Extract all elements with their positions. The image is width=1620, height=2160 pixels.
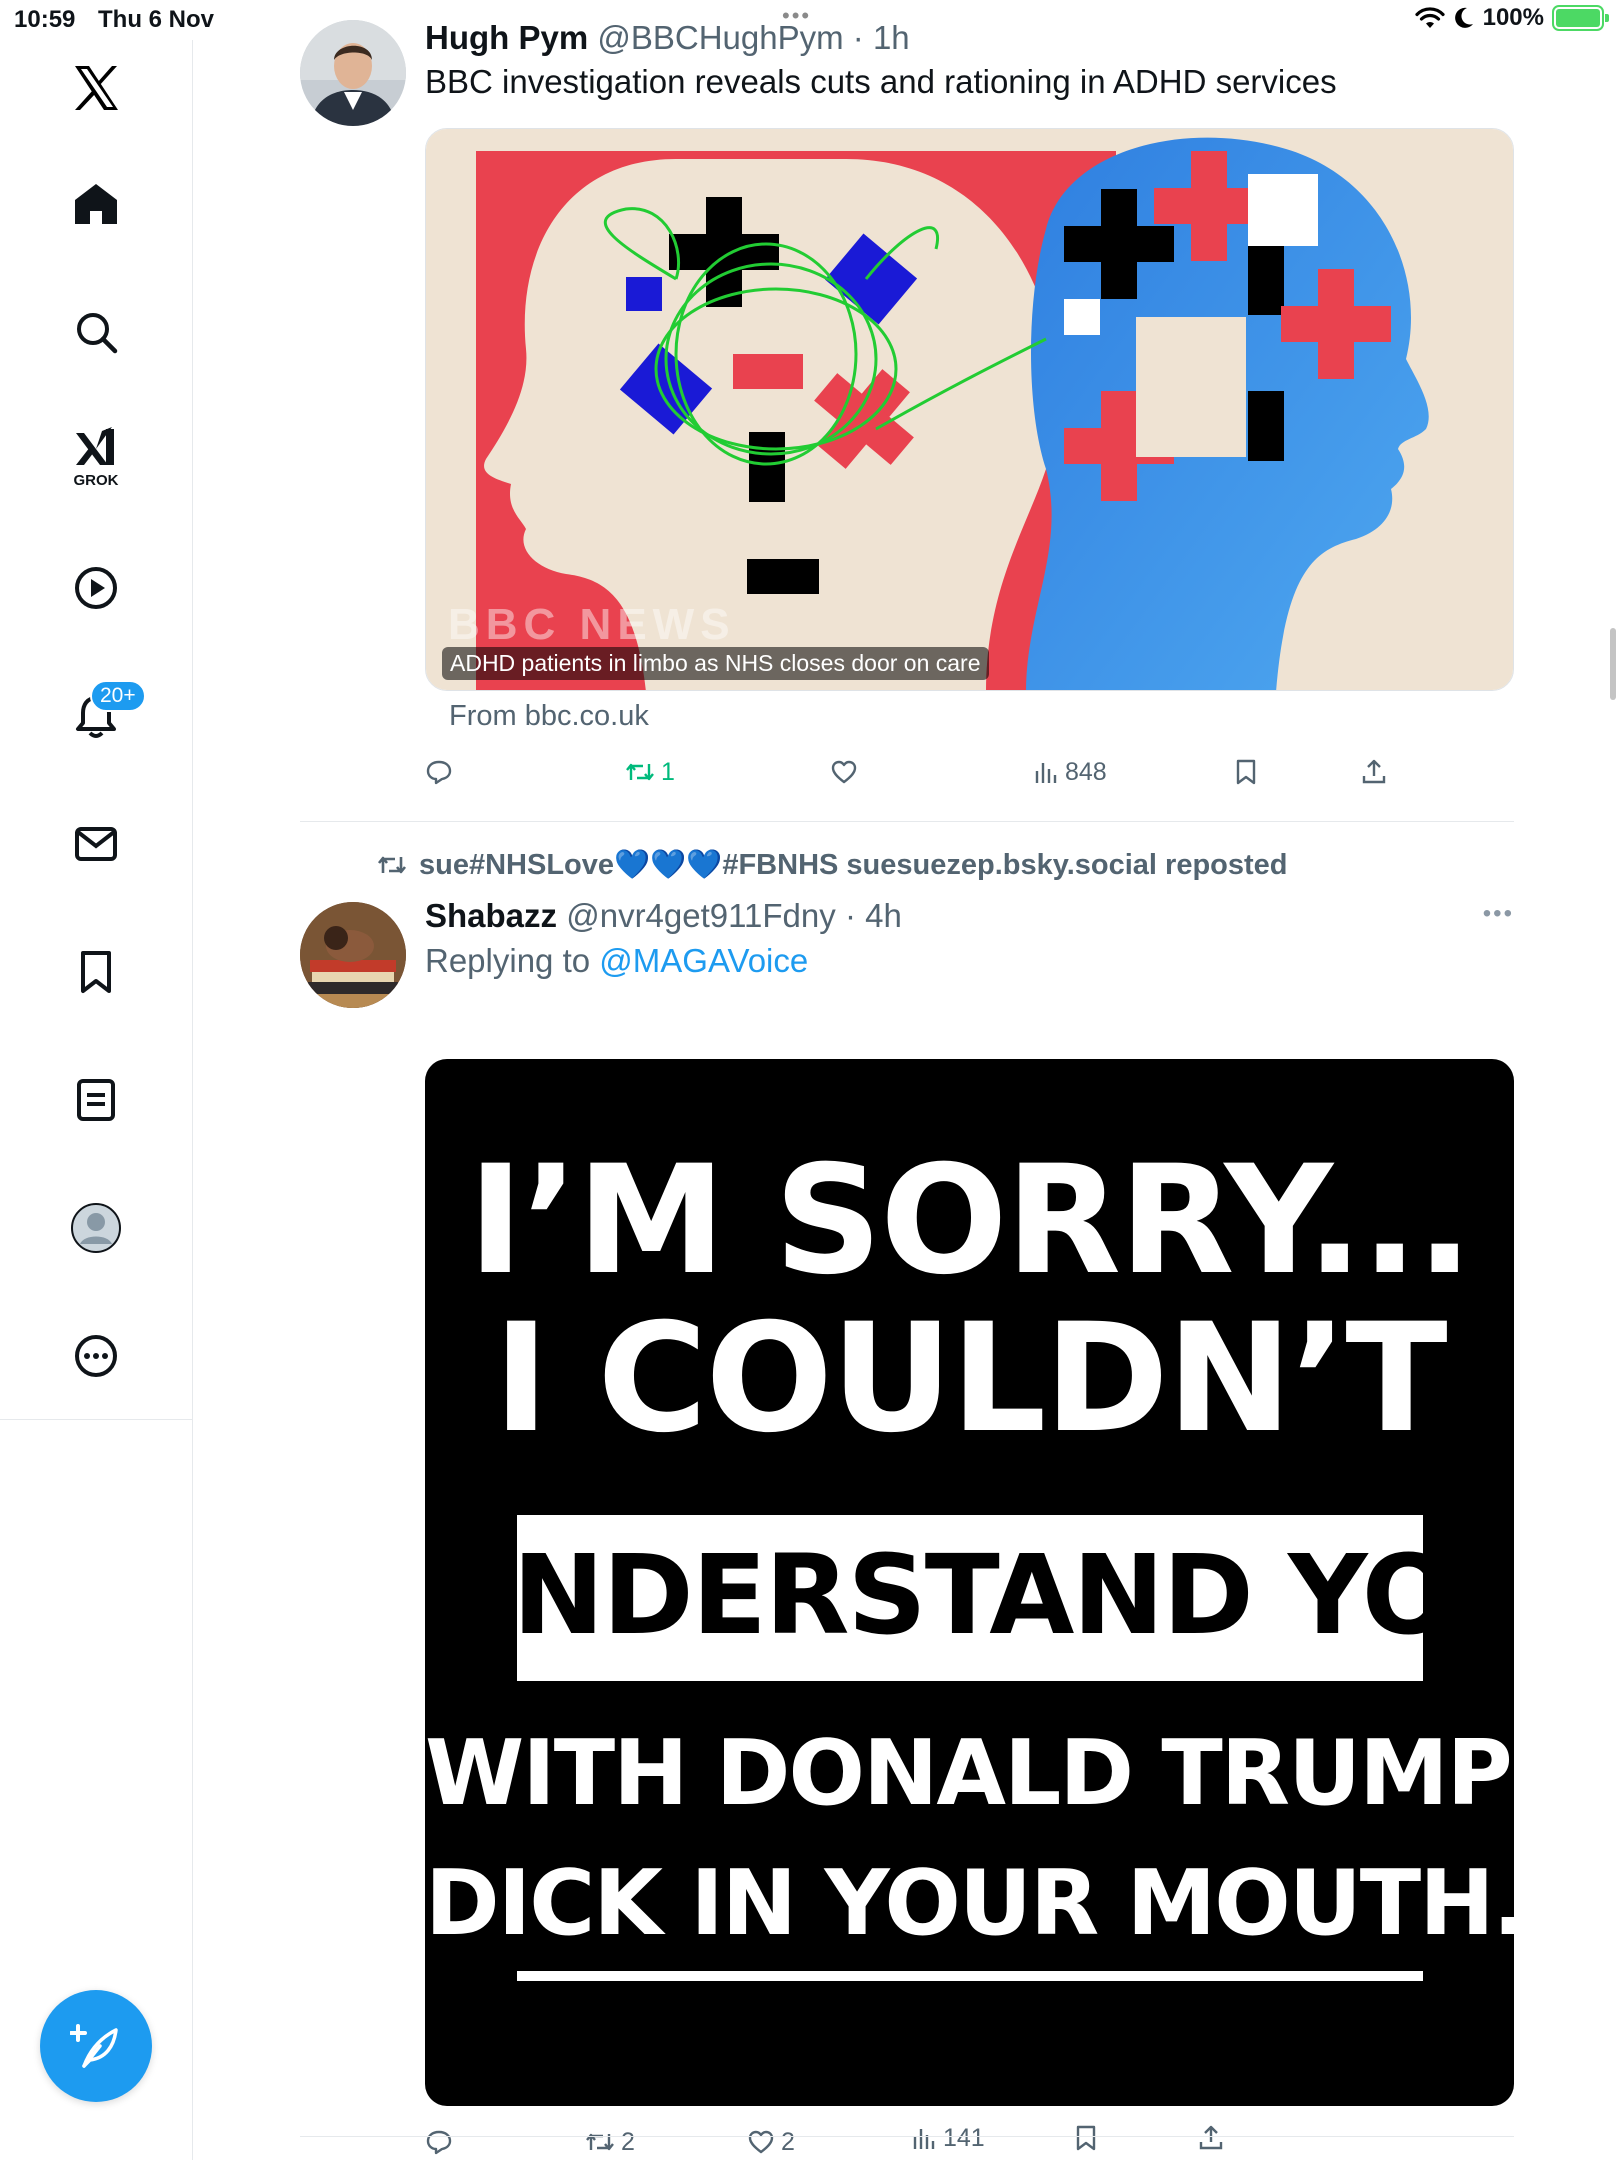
repost-count: 2 xyxy=(621,2127,635,2156)
sidebar-item-lists[interactable] xyxy=(56,1060,136,1140)
repost-icon xyxy=(377,856,407,874)
meme-line-3: UNDERSTAND YOU xyxy=(425,1531,1514,1659)
views-chart-icon xyxy=(1035,763,1057,783)
repost-icon xyxy=(586,2133,614,2151)
compose-post-button[interactable] xyxy=(40,1990,152,2102)
tweet-divider xyxy=(300,821,1514,822)
home-icon xyxy=(75,184,117,224)
repost-context: sue#NHSLove💙💙💙#FBNHS suesuezep.bsky.soci… xyxy=(375,848,1288,882)
link-card-caption: ADHD patients in limbo as NHS closes doo… xyxy=(442,647,989,680)
timeline-feed: Hugh Pym @BBCHughPym · 1h BBC investigat… xyxy=(193,0,1620,2160)
adhd-illustration: BBC NEWS xyxy=(426,129,1513,690)
sidebar-item-more[interactable] xyxy=(56,1316,136,1396)
tweet-actions: 1 848 xyxy=(425,752,1514,792)
sidebar-nav: GROK 20+ xyxy=(0,40,193,1420)
view-count: 848 xyxy=(1065,757,1107,786)
author-avatar[interactable] xyxy=(300,20,406,126)
bookmark-button[interactable] xyxy=(1073,2118,1099,2158)
like-button[interactable] xyxy=(830,752,864,792)
tweet-divider xyxy=(300,2136,1514,2137)
sidebar-item-notifications[interactable]: 20+ xyxy=(56,676,146,756)
share-icon xyxy=(1362,759,1386,784)
share-icon xyxy=(1199,2125,1223,2150)
compose-feather-icon xyxy=(70,2024,118,2068)
grok-label: GROK xyxy=(73,472,119,489)
author-avatar[interactable] xyxy=(300,902,406,1008)
meme-line-2: I COULDN’T xyxy=(493,1292,1447,1466)
sidebar-item-search[interactable] xyxy=(56,292,136,372)
bookmark-icon xyxy=(1076,2125,1096,2151)
tweet-more-icon[interactable]: ••• xyxy=(1483,900,1514,928)
envelope-icon xyxy=(75,827,117,861)
tweet-time[interactable]: · 4h xyxy=(845,897,902,934)
sidebar-item-bookmarks[interactable] xyxy=(56,932,136,1012)
views-button[interactable]: 141 xyxy=(911,2118,985,2158)
reply-button[interactable] xyxy=(425,2122,459,2160)
sidebar-item-messages[interactable] xyxy=(56,804,136,884)
heart-icon xyxy=(748,2130,774,2154)
list-icon xyxy=(77,1079,115,1121)
replying-to-handle[interactable]: @MAGAVoice xyxy=(599,942,808,979)
tweet-header: Shabazz @nvr4get911Fdny · 4h xyxy=(425,896,1514,936)
status-time: 10:59 xyxy=(14,6,76,33)
heart-icon xyxy=(831,760,857,784)
tweet-text: BBC investigation reveals cuts and ratio… xyxy=(425,63,1337,100)
bbc-news-watermark: BBC NEWS xyxy=(448,600,736,649)
bookmark-icon xyxy=(81,951,111,993)
more-circle-icon xyxy=(75,1335,117,1377)
search-icon xyxy=(77,313,118,354)
repost-icon xyxy=(626,763,654,781)
bookmark-button[interactable] xyxy=(1233,752,1259,792)
meme-underline xyxy=(517,1971,1423,1981)
sidebar-item-home[interactable] xyxy=(56,164,136,244)
tweet[interactable]: sue#NHSLove💙💙💙#FBNHS suesuezep.bsky.soci… xyxy=(300,848,1514,2156)
reply-icon xyxy=(426,2130,452,2155)
like-button[interactable]: 2 xyxy=(747,2122,795,2160)
like-count: 2 xyxy=(781,2127,795,2156)
sidebar-item-profile[interactable] xyxy=(56,1188,136,1268)
meme-line-4: WITH DONALD TRUMP’S xyxy=(425,1721,1514,1826)
link-card-source[interactable]: From bbc.co.uk xyxy=(449,700,649,733)
tweet-image[interactable]: I’M SORRY... I COULDN’T UNDERSTAND YOU W… xyxy=(425,1059,1514,2106)
bookmark-icon xyxy=(1236,759,1256,785)
share-button[interactable] xyxy=(1360,752,1388,792)
tweet-time[interactable]: · 1h xyxy=(853,19,910,56)
tweet[interactable]: Hugh Pym @BBCHughPym · 1h BBC investigat… xyxy=(300,18,1514,798)
play-icon xyxy=(75,567,117,609)
sidebar-item-grok[interactable]: GROK xyxy=(56,416,136,496)
meme-line-5: DICK IN YOUR MOUTH. xyxy=(425,1851,1514,1956)
replying-prefix: Replying to xyxy=(425,942,591,979)
repost-button[interactable]: 1 xyxy=(625,752,675,792)
reply-icon xyxy=(426,760,452,785)
author-name[interactable]: Shabazz xyxy=(425,897,557,934)
scrollbar-thumb[interactable] xyxy=(1610,628,1616,700)
tweet-actions: 2 2 141 xyxy=(425,2122,1514,2160)
repost-button[interactable]: 2 xyxy=(585,2122,635,2160)
author-handle[interactable]: @BBCHughPym xyxy=(597,19,843,56)
share-button[interactable] xyxy=(1197,2118,1225,2158)
view-count: 141 xyxy=(943,2123,985,2152)
reply-button[interactable] xyxy=(425,752,459,792)
repost-by-text[interactable]: sue#NHSLove💙💙💙#FBNHS suesuezep.bsky.soci… xyxy=(419,848,1288,882)
author-handle[interactable]: @nvr4get911Fdny xyxy=(566,897,836,934)
tweet-header: Hugh Pym @BBCHughPym · 1h xyxy=(425,18,1514,58)
sidebar-item-video[interactable] xyxy=(56,548,136,628)
views-button[interactable]: 848 xyxy=(1033,752,1107,792)
profile-avatar-icon xyxy=(71,1203,121,1253)
author-name[interactable]: Hugh Pym xyxy=(425,19,588,56)
repost-count: 1 xyxy=(661,757,675,786)
replying-to: Replying to @MAGAVoice xyxy=(425,942,1514,980)
notification-badge: 20+ xyxy=(90,680,146,712)
views-chart-icon xyxy=(913,2129,935,2149)
meme-line-1: I’M SORRY... xyxy=(467,1134,1473,1308)
link-card-image[interactable]: BBC NEWS ADHD patients in limbo as NHS c… xyxy=(425,128,1514,691)
grok-icon xyxy=(76,427,114,465)
x-logo-icon[interactable] xyxy=(56,48,136,128)
